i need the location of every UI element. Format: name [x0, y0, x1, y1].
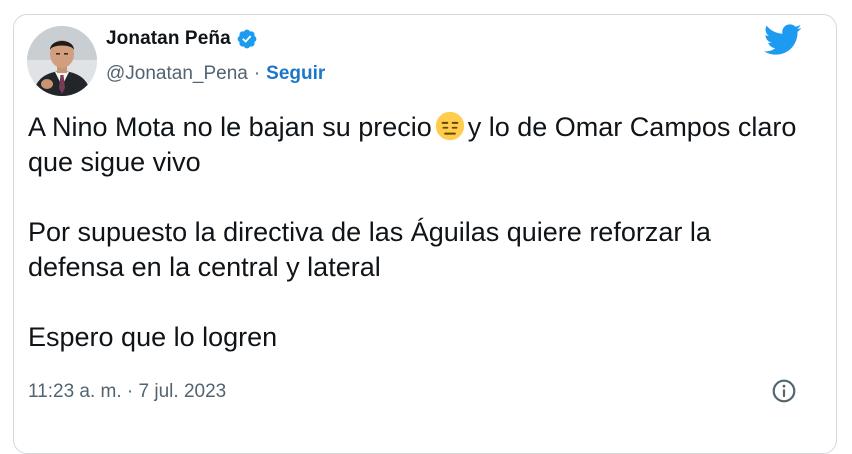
info-icon[interactable]: [771, 378, 797, 404]
tweet-paragraph-1: A Nino Mota no le bajan su precio y lo d…: [28, 110, 808, 180]
tweet-paragraph-3: Espero que lo logren: [28, 322, 278, 352]
tweet-paragraph-2: Por supuesto la directiva de las Águilas…: [28, 217, 711, 282]
tweet-timestamp[interactable]: 11:23 a. m. · 7 jul. 2023: [28, 381, 226, 403]
author-handle-row: @Jonatan_Pena · Seguir: [106, 61, 325, 87]
twitter-bird-icon[interactable]: [764, 24, 802, 56]
expressionless-face-emoji: [435, 111, 464, 141]
tweet-text: A Nino Mota no le bajan su precio y lo d…: [28, 110, 808, 355]
tweet-text-part-1: A Nino Mota no le bajan su precio: [28, 112, 432, 142]
author-avatar[interactable]: [27, 26, 97, 96]
author-name[interactable]: Jonatan Peña: [106, 28, 231, 50]
separator-dot: ·: [253, 63, 261, 84]
author-name-row: Jonatan Peña: [106, 26, 258, 52]
follow-button[interactable]: Seguir: [266, 63, 325, 85]
profile-photo: [27, 26, 97, 96]
verified-badge-icon: [237, 29, 257, 49]
author-handle[interactable]: @Jonatan_Pena: [106, 63, 248, 85]
